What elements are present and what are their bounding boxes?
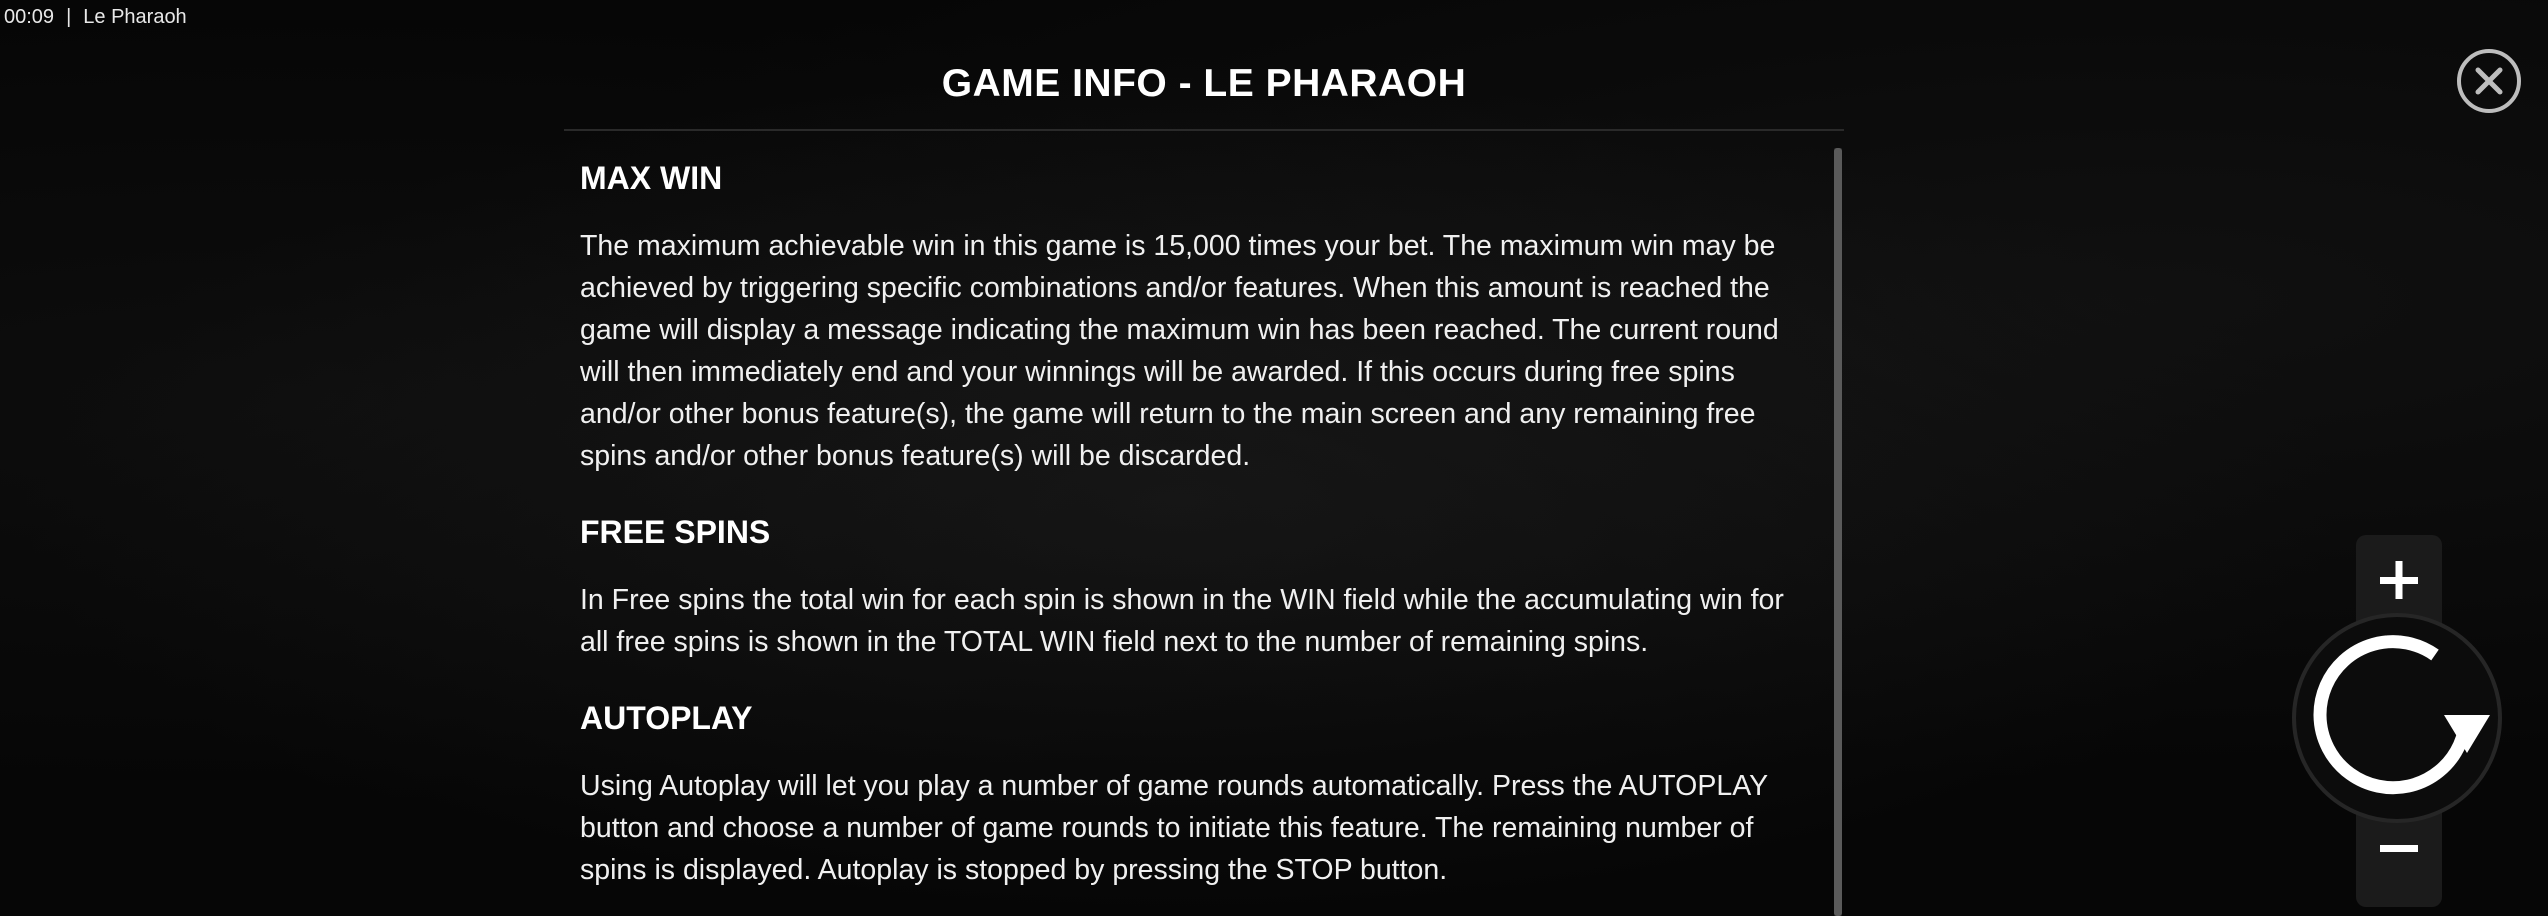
game-info-screen: 00:09 | Le Pharaoh GAME INFO - LE PHARAO… xyxy=(0,0,2548,916)
increase-bet-button[interactable] xyxy=(2356,535,2442,625)
clock-time: 00:09 xyxy=(4,6,55,28)
section-max-win: MAX WIN The maximum achievable win in th… xyxy=(580,145,1820,477)
close-button[interactable] xyxy=(2457,49,2521,113)
spin-controls xyxy=(2290,535,2502,916)
section-free-spins: FREE SPINS In Free spins the total win f… xyxy=(580,499,1820,663)
dialog-title: GAME INFO - LE PHARAOH xyxy=(941,62,1467,105)
status-bar: 00:09 | Le Pharaoh xyxy=(4,6,187,29)
content-scrollbar[interactable] xyxy=(1834,148,1842,916)
section-body: In Free spins the total win for each spi… xyxy=(580,584,1784,658)
plus-icon xyxy=(2380,561,2418,599)
section-body: The maximum achievable win in this game … xyxy=(580,230,1779,472)
title-divider xyxy=(564,129,1844,131)
minus-icon xyxy=(2380,845,2418,852)
close-icon xyxy=(2475,67,2503,95)
section-heading: AUTOPLAY xyxy=(580,700,753,736)
status-separator: | xyxy=(66,6,72,28)
section-body: Using Autoplay will let you play a numbe… xyxy=(580,770,1768,886)
scrollbar-thumb[interactable] xyxy=(1834,148,1842,916)
spin-button[interactable] xyxy=(2292,613,2502,823)
info-content[interactable]: MAX WIN The maximum achievable win in th… xyxy=(580,145,1820,916)
game-name: Le Pharaoh xyxy=(83,6,187,28)
section-autoplay: AUTOPLAY Using Autoplay will let you pla… xyxy=(580,685,1820,891)
decrease-bet-button[interactable] xyxy=(2356,821,2442,911)
section-heading: FREE SPINS xyxy=(580,514,771,550)
spin-icon xyxy=(2313,635,2490,795)
section-heading: MAX WIN xyxy=(580,160,723,196)
